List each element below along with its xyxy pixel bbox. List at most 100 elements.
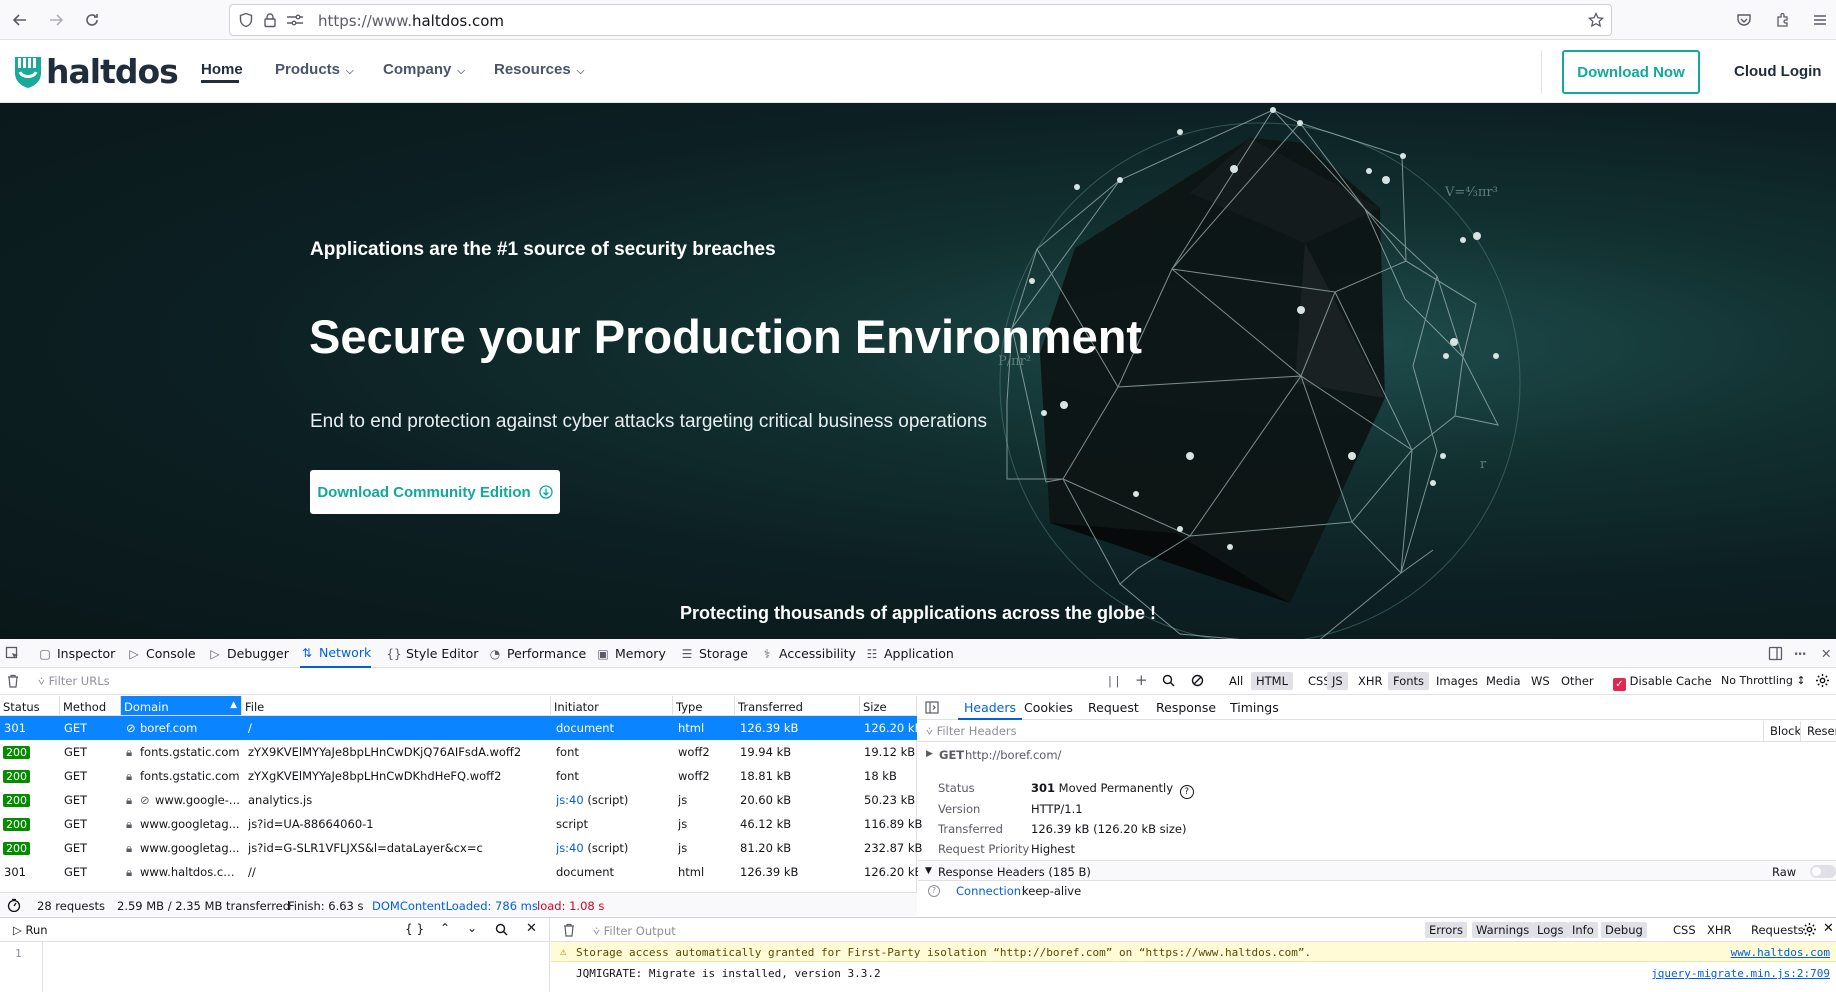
expand-triangle-icon[interactable]: ▶	[926, 749, 933, 759]
table-row[interactable]: 301 GET 🔒︎ www.haltdos.com // document h…	[0, 860, 922, 884]
shield-icon[interactable]	[238, 12, 254, 28]
download-now-button[interactable]: Download Now	[1562, 50, 1700, 94]
table-row[interactable]: 301 GET ⊘ boref.com / document html 126.…	[0, 716, 922, 740]
nav-home[interactable]: Home	[201, 61, 243, 78]
site-logo[interactable]: haltdos	[12, 52, 179, 91]
url-text[interactable]: https://www.haltdos.com	[318, 12, 504, 30]
filter-all[interactable]: All	[1224, 672, 1248, 690]
close-console-icon[interactable]: ✕	[1823, 921, 1834, 936]
console-settings-gear-icon[interactable]	[1802, 922, 1817, 937]
tab-timings[interactable]: Timings	[1230, 696, 1279, 720]
nav-company[interactable]: Company ⌵	[383, 61, 465, 78]
tab-inspector[interactable]: ▢ Inspector	[38, 639, 115, 668]
reverse-search-icon[interactable]	[495, 923, 508, 936]
cloud-login-link[interactable]: Cloud Login	[1734, 63, 1821, 80]
forward-icon[interactable]	[42, 6, 70, 34]
close-devtools-icon[interactable]: ✕	[1821, 639, 1831, 668]
filter-images[interactable]: Images	[1431, 672, 1483, 690]
col-file[interactable]: File	[242, 696, 551, 716]
reload-icon[interactable]	[78, 6, 106, 34]
filter-css[interactable]: CSS	[1669, 922, 1700, 938]
row-initiator-link[interactable]: js:40	[556, 841, 584, 855]
table-row[interactable]: 200 GET 🔒︎ www.googletag... js?id=G-SLR1…	[0, 836, 922, 860]
tab-cookies[interactable]: Cookies	[1024, 696, 1073, 720]
col-type[interactable]: Type	[673, 696, 735, 716]
tab-request[interactable]: Request	[1088, 696, 1139, 720]
disable-cache-checkbox[interactable]: ✓ Disable Cache	[1613, 674, 1712, 691]
col-method[interactable]: Method	[60, 696, 121, 716]
row-initiator-link[interactable]: js:40	[556, 793, 584, 807]
filter-urls-input[interactable]: ⩒ Filter URLs	[38, 674, 110, 689]
filter-media[interactable]: Media	[1481, 672, 1526, 690]
element-picker-icon[interactable]	[5, 639, 20, 668]
nav-products[interactable]: Products ⌵	[275, 61, 354, 78]
filter-xhr[interactable]: XHR	[1353, 672, 1388, 690]
tab-style-editor[interactable]: {} Style Editor	[386, 639, 478, 668]
trash-icon[interactable]	[6, 674, 20, 688]
tab-headers[interactable]: Headers	[958, 696, 1023, 720]
col-domain[interactable]: Domain ▲	[121, 696, 242, 716]
run-button[interactable]: ▷ Run	[13, 923, 48, 937]
permissions-icon[interactable]	[286, 13, 304, 27]
col-size[interactable]: Size	[860, 696, 917, 716]
help-icon[interactable]: ?	[928, 885, 940, 897]
tab-response[interactable]: Response	[1156, 696, 1216, 720]
log-source-link[interactable]: jquery-migrate.min.js:2:709	[1651, 967, 1830, 980]
filter-fonts[interactable]: Fonts	[1388, 672, 1430, 690]
lock-icon[interactable]	[262, 12, 278, 28]
filter-requests[interactable]: Requests	[1747, 922, 1808, 938]
download-community-edition-button[interactable]: Download Community Edition	[310, 470, 560, 514]
tab-console[interactable]: ▷ Console	[127, 639, 195, 668]
block-icon[interactable]	[1191, 674, 1204, 687]
col-transferred[interactable]: Transferred	[735, 696, 860, 716]
tab-debugger[interactable]: ▷ Debugger	[208, 639, 289, 668]
warning-source-link[interactable]: www.haltdos.com	[1731, 946, 1830, 959]
tab-network[interactable]: ⇅ Network	[300, 639, 372, 668]
clear-console-trash-icon[interactable]	[562, 923, 576, 937]
throttling-select[interactable]: No Throttling ↕	[1721, 674, 1806, 687]
performance-analysis-icon[interactable]	[7, 898, 21, 912]
filter-xhr[interactable]: XHR	[1703, 922, 1736, 938]
tab-memory[interactable]: ▣ Memory	[596, 639, 666, 668]
col-status[interactable]: Status	[0, 696, 60, 716]
extensions-icon[interactable]	[1769, 6, 1797, 34]
help-icon[interactable]: ?	[1179, 785, 1194, 799]
col-initiator[interactable]: Initiator	[551, 696, 673, 716]
table-row[interactable]: 200 GET 🔒︎ ⊘ www.google-... analytics.js…	[0, 788, 917, 812]
raw-toggle[interactable]	[1810, 865, 1836, 878]
filter-logs[interactable]: Logs	[1533, 922, 1568, 938]
filter-warnings[interactable]: Warnings	[1472, 922, 1534, 938]
url-bar[interactable]: https://www.haltdos.com	[229, 4, 1612, 36]
filter-info[interactable]: Info	[1568, 922, 1598, 938]
nav-resources[interactable]: Resources ⌵	[494, 61, 584, 78]
filter-debug[interactable]: Debug	[1601, 922, 1647, 938]
request-url[interactable]: http://boref.com/	[965, 748, 1061, 762]
toggle-panel-icon[interactable]	[925, 701, 939, 714]
network-settings-gear-icon[interactable]	[1815, 673, 1830, 688]
bookmark-star-icon[interactable]	[1588, 12, 1604, 28]
tab-application[interactable]: ☷ Application	[865, 639, 954, 668]
history-down-icon[interactable]: ⌄	[467, 921, 477, 935]
table-row[interactable]: 200 GET 🔒︎ www.googletag... js?id=UA-886…	[0, 812, 922, 836]
filter-output-input[interactable]: ⩒ Filter Output	[593, 924, 676, 939]
tab-storage[interactable]: ☰ Storage	[680, 639, 748, 668]
add-request-icon[interactable]: +	[1135, 671, 1148, 689]
tab-accessibility[interactable]: ⚕ Accessibility	[760, 639, 856, 668]
menu-icon[interactable]	[1806, 6, 1834, 34]
filter-errors[interactable]: Errors	[1425, 922, 1468, 938]
resend-button[interactable]: Resend	[1800, 721, 1836, 741]
tab-performance[interactable]: ◔ Performance	[488, 639, 586, 668]
back-icon[interactable]	[6, 6, 34, 34]
pause-icon[interactable]: | |	[1108, 674, 1119, 688]
filter-html[interactable]: HTML	[1251, 672, 1294, 690]
filter-other[interactable]: Other	[1556, 672, 1599, 690]
filter-headers-input[interactable]: ⩒ Filter Headers	[918, 720, 1836, 742]
response-headers-section[interactable]: ▼ Response Headers (185 B) Raw	[918, 860, 1836, 881]
table-row[interactable]: 200 GET 🔒︎ fonts.gstatic.com zYX9KVElMYY…	[0, 740, 917, 764]
history-up-icon[interactable]: ⌃	[440, 921, 450, 935]
filter-ws[interactable]: WS	[1526, 672, 1555, 690]
search-icon[interactable]	[1162, 674, 1175, 687]
dock-side-icon[interactable]	[1768, 639, 1783, 668]
pretty-print-button[interactable]: { }	[405, 922, 424, 936]
table-row[interactable]: 200 GET 🔒︎ fonts.gstatic.com zYXgKVElMYY…	[0, 764, 917, 788]
